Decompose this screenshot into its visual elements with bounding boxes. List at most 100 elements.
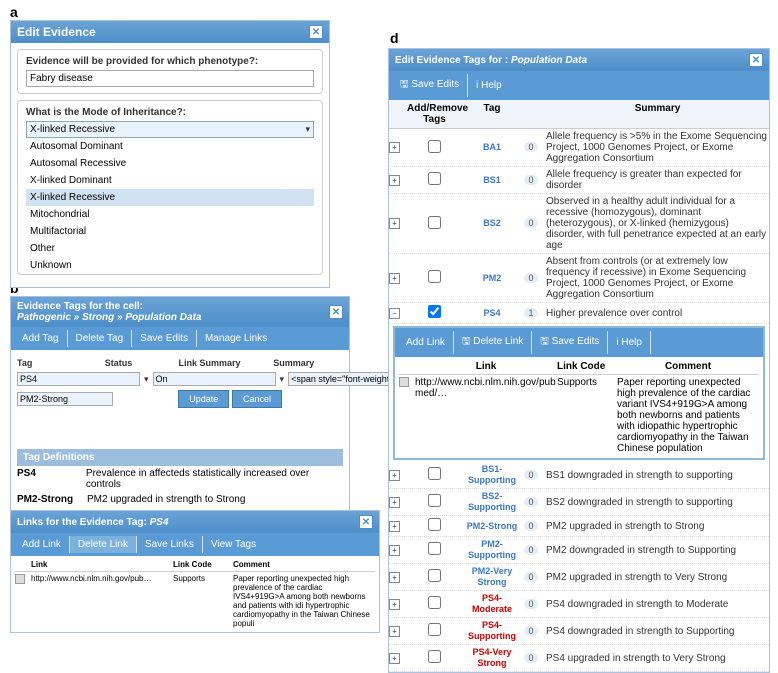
- summary-text: Higher prevalence over control: [540, 308, 769, 319]
- tag-row: +BS1-Supporting0BS1 downgraded in streng…: [389, 462, 769, 489]
- tag-checkbox[interactable]: [428, 467, 441, 480]
- expand-icon[interactable]: +: [389, 175, 400, 186]
- inheritance-option[interactable]: X-linked Recessive: [26, 189, 314, 206]
- close-icon[interactable]: ✕: [309, 25, 323, 39]
- tag-row: +PS4-Very Strong0PS4 upgraded in strengt…: [389, 645, 769, 672]
- expand-icon[interactable]: +: [389, 521, 400, 532]
- inheritance-dropdown[interactable]: X-linked Recessive ▾: [26, 121, 314, 138]
- close-icon[interactable]: ✕: [749, 53, 763, 67]
- close-icon[interactable]: ✕: [329, 305, 343, 319]
- chevron-down-icon[interactable]: ▾: [280, 374, 285, 385]
- expand-icon[interactable]: +: [389, 142, 400, 153]
- expand-icon[interactable]: +: [389, 653, 400, 664]
- inheritance-option[interactable]: Autosomal Recessive: [26, 155, 314, 172]
- expand-icon[interactable]: +: [389, 545, 400, 556]
- tag-checkbox[interactable]: [428, 542, 441, 555]
- tag-definitions-header: Tag Definitions: [17, 449, 343, 466]
- tag-row: +PM2-Supporting0PM2 downgraded in streng…: [389, 537, 769, 564]
- tag-name[interactable]: PS4-Supporting: [468, 620, 516, 641]
- save-links-button[interactable]: Save Links: [137, 536, 203, 553]
- delete-tag-button[interactable]: Delete Tag: [68, 330, 133, 347]
- help-button[interactable]: i Help: [468, 74, 510, 97]
- link-row[interactable]: http://www.ncbi.nlm.nih.gov/pubmed/… Sup…: [399, 375, 759, 456]
- tag-name[interactable]: PS4-Moderate: [472, 593, 512, 614]
- tag-checkbox[interactable]: [428, 569, 441, 582]
- link-row[interactable]: http://www.ncbi.nlm.nih.gov/pub… Support…: [15, 572, 375, 630]
- close-icon[interactable]: ✕: [359, 515, 373, 529]
- add-link-button[interactable]: Add Link: [14, 536, 70, 553]
- inheritance-options: Autosomal DominantAutosomal RecessiveX-l…: [26, 138, 314, 274]
- count-badge: 0: [524, 521, 537, 531]
- tag-checkbox[interactable]: [428, 140, 441, 153]
- tag-name[interactable]: BS1: [483, 175, 501, 185]
- tag-name[interactable]: PS4-Very Strong: [472, 647, 511, 668]
- help-button[interactable]: i Help: [608, 331, 651, 354]
- tag-checkbox[interactable]: [428, 494, 441, 507]
- tag-name[interactable]: PM2: [483, 273, 502, 283]
- count-badge: 0: [524, 175, 537, 185]
- count-badge: 0: [524, 273, 537, 283]
- tag-name[interactable]: PM2-Very Strong: [472, 566, 513, 587]
- tag-name-input[interactable]: [17, 372, 140, 386]
- status-input[interactable]: [153, 372, 276, 386]
- expand-icon[interactable]: +: [389, 626, 400, 637]
- tag-checkbox[interactable]: [428, 518, 441, 531]
- count-badge: 0: [524, 599, 537, 609]
- tag-name[interactable]: BS2-Supporting: [468, 491, 516, 512]
- inheritance-option[interactable]: Other: [26, 240, 314, 257]
- inheritance-option[interactable]: Autosomal Dominant: [26, 138, 314, 155]
- expand-icon[interactable]: +: [389, 273, 400, 284]
- tag-name[interactable]: BS2: [483, 218, 501, 228]
- expand-icon[interactable]: +: [389, 470, 400, 481]
- phenotype-input[interactable]: [26, 70, 314, 87]
- expanded-link-panel: Add Link 🖫 Delete Link 🖫 Save Edits i He…: [393, 326, 765, 460]
- collapse-icon[interactable]: −: [389, 308, 400, 319]
- expand-icon[interactable]: +: [389, 572, 400, 583]
- link-comment: Paper reporting unexpected high prevalen…: [233, 574, 375, 628]
- title-prefix: Links for the Evidence Tag:: [17, 517, 150, 528]
- link-code: Supports: [557, 377, 617, 388]
- manage-links-button[interactable]: Manage Links: [197, 330, 275, 347]
- tag-name[interactable]: PM2-Strong: [467, 521, 518, 531]
- tag-name[interactable]: PM2-Supporting: [468, 539, 516, 560]
- add-link-button[interactable]: Add Link: [398, 331, 454, 354]
- summary-text: PS4 downgraded in strength to Supporting: [540, 626, 769, 637]
- tag-checkbox[interactable]: [428, 216, 441, 229]
- tag-row: − PS4 1Higher prevalence over control: [389, 303, 769, 324]
- count-badge: 0: [524, 218, 537, 228]
- tag-checkbox[interactable]: [428, 650, 441, 663]
- save-edits-button[interactable]: 🖫 Save Edits: [392, 74, 468, 97]
- inheritance-option[interactable]: X-linked Dominant: [26, 172, 314, 189]
- tag-name[interactable]: PS4: [483, 308, 500, 318]
- delete-link-button[interactable]: 🖫 Delete Link: [454, 331, 532, 354]
- tag-name[interactable]: PM2-Strong: [17, 392, 113, 406]
- update-button[interactable]: Update: [178, 390, 229, 408]
- tag-name[interactable]: BS1-Supporting: [468, 464, 516, 485]
- tag-checkbox[interactable]: [428, 270, 441, 283]
- tag-checkbox[interactable]: [428, 172, 441, 185]
- count-badge: 1: [524, 308, 537, 318]
- chevron-down-icon[interactable]: ▾: [144, 374, 149, 385]
- save-edits-button[interactable]: 🖫 Save Edits: [532, 331, 608, 354]
- toolbar: Add Tag Delete Tag Save Edits Manage Lin…: [11, 327, 349, 350]
- save-edits-button[interactable]: Save Edits: [132, 330, 197, 347]
- view-tags-button[interactable]: View Tags: [203, 536, 264, 553]
- tag-checkbox[interactable]: [428, 623, 441, 636]
- summary-text: PM2 downgraded in strength to Supporting: [540, 545, 769, 556]
- expand-icon[interactable]: +: [389, 218, 400, 229]
- expand-icon[interactable]: +: [389, 497, 400, 508]
- summary-text: BS1 downgraded in strength to supporting: [540, 470, 769, 481]
- inheritance-option[interactable]: Multifactorial: [26, 223, 314, 240]
- tag-row: +PS4-Supporting0PS4 downgraded in streng…: [389, 618, 769, 645]
- tag-name[interactable]: BA1: [483, 142, 501, 152]
- tag-checkbox[interactable]: [428, 596, 441, 609]
- summary-text: Absent from controls (or at extremely lo…: [540, 256, 769, 300]
- cancel-button[interactable]: Cancel: [232, 390, 282, 408]
- add-tag-button[interactable]: Add Tag: [14, 330, 68, 347]
- delete-link-button[interactable]: Delete Link: [70, 536, 137, 553]
- inheritance-option[interactable]: Unknown: [26, 257, 314, 274]
- inheritance-option[interactable]: Mitochondrial: [26, 206, 314, 223]
- expand-icon[interactable]: +: [389, 599, 400, 610]
- tag-checkbox[interactable]: [428, 305, 441, 318]
- edit-evidence-tags-window: Edit Evidence Tags for : Population Data…: [388, 48, 770, 673]
